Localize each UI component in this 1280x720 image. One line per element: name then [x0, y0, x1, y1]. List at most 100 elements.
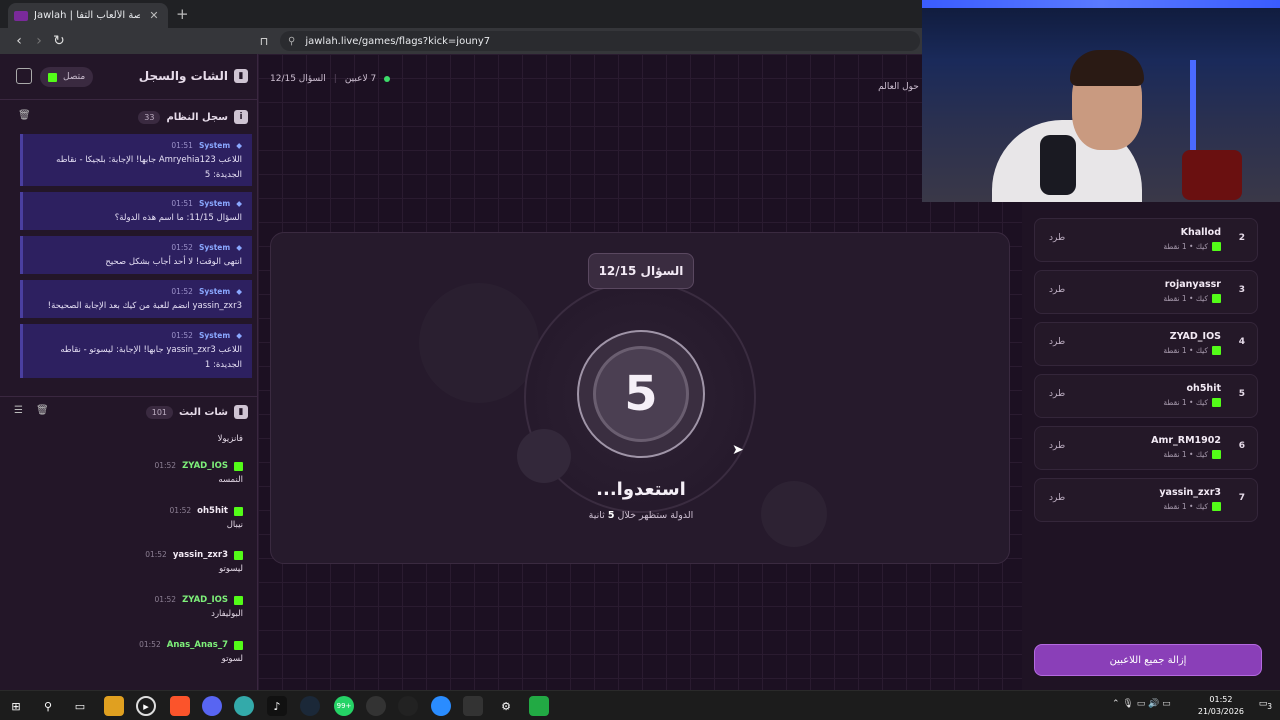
shield-icon: ◆ — [236, 199, 242, 208]
search-icon[interactable]: ⚲ — [38, 696, 58, 716]
site-info-icon[interactable]: ⚲ — [288, 36, 295, 47]
ready-sub-seconds: 5 — [607, 510, 615, 521]
shield-icon: ◆ — [236, 287, 242, 296]
close-tab-icon[interactable]: ✕ — [146, 8, 162, 24]
reload-icon[interactable]: ↻ — [50, 32, 68, 50]
system-message: ◆ System 01:51 اللاعب Amryehia123 جابها! ا… — [20, 134, 252, 186]
kick-player-button[interactable]: طرد — [1049, 441, 1065, 451]
message-sender: System — [198, 141, 231, 150]
chat-username[interactable]: Anas_Anas_7 — [167, 638, 228, 652]
message-sender: System — [198, 331, 231, 340]
discord-icon[interactable] — [202, 696, 222, 716]
kick-player-button[interactable]: طرد — [1049, 389, 1065, 399]
ready-sub-suffix: ثانية — [588, 510, 605, 521]
panel-toggle-icon[interactable] — [16, 68, 32, 84]
players-panel: 2 Khallod كيك • 1 نقطة طرد 3 rojanyassr … — [1022, 202, 1280, 690]
message-time: 01:52 — [171, 331, 193, 340]
steam-icon[interactable] — [300, 696, 320, 716]
player-stat-text: كيك • 1 نقطة — [1163, 398, 1208, 407]
sidebar-header: متصل ▮ الشات والسجل — [0, 54, 258, 100]
chrome-icon[interactable] — [234, 696, 254, 716]
player-rank: 2 — [1238, 233, 1245, 243]
new-tab-icon[interactable]: + — [176, 5, 189, 23]
media-player-icon[interactable]: ▸ — [136, 696, 156, 716]
chat-message: ZYAD_IOS 01:52 البوليفارد — [154, 593, 243, 621]
chat-username[interactable]: oh5hit — [197, 504, 228, 518]
task-view-icon[interactable]: ▭ — [70, 696, 90, 716]
delete-chat-icon[interactable]: 🗑 — [36, 405, 49, 416]
info-icon: i — [234, 110, 248, 124]
obs-icon[interactable] — [366, 696, 386, 716]
message-text: اللاعب yassin_zxr3 جابها! الإجابة: ليسوت… — [60, 345, 242, 370]
system-clock[interactable]: 01:52 21/03/2026 — [1198, 694, 1244, 718]
bookmark-icon[interactable]: ⊓ — [255, 32, 273, 50]
player-rank: 5 — [1238, 389, 1245, 399]
sidebar-title-group: ▮ الشات والسجل — [139, 69, 248, 83]
player-stat: كيك • 1 نقطة — [1163, 398, 1221, 407]
player-stat-text: كيك • 1 نقطة — [1163, 346, 1208, 355]
brave-icon[interactable] — [170, 696, 190, 716]
chat-text: نيبال — [226, 520, 243, 530]
forward-icon[interactable]: › — [30, 32, 48, 50]
filter-icon[interactable]: ☰ — [14, 405, 23, 416]
kick-icon — [1212, 502, 1221, 511]
notification-icon[interactable]: ▭3 — [1259, 699, 1272, 711]
player-stat-text: كيك • 1 نقطة — [1163, 502, 1208, 511]
chat-message: Anas_Anas_7 01:52 لسوتو — [139, 638, 243, 666]
player-stat: كيك • 1 نقطة — [1163, 294, 1221, 303]
player-stat: كيك • 1 نقطة — [1163, 346, 1221, 355]
kick-player-button[interactable]: طرد — [1049, 233, 1065, 243]
chat-text: البوليفارد — [211, 609, 243, 619]
message-text: اللاعب Amryehia123 جابها! الإجابة: بلجيك… — [56, 155, 242, 180]
chair-back — [1182, 150, 1242, 200]
kick-player-button[interactable]: طرد — [1049, 493, 1065, 503]
player-rank: 7 — [1238, 493, 1245, 503]
tool-icon[interactable] — [463, 696, 483, 716]
notification-count: 3 — [1267, 701, 1272, 711]
nvidia-icon[interactable] — [529, 696, 549, 716]
kick-icon — [234, 550, 243, 560]
kick-icon — [48, 72, 57, 82]
system-message: ◆ System 01:52 yassin_zxr3 انضم للعبة من ك… — [20, 280, 252, 318]
player-row: 6 Amr_RM1902 كيك • 1 نقطة طرد — [1034, 426, 1258, 470]
chat-username[interactable]: ZYAD_IOS — [182, 593, 228, 607]
system-log-count: 33 — [138, 110, 161, 124]
kick-player-button[interactable]: طرد — [1049, 337, 1065, 347]
edge-icon[interactable] — [431, 696, 451, 716]
player-stat-text: كيك • 1 نقطة — [1163, 450, 1208, 459]
browser-tab-bar: Jawlah | جولة - منصة الألعاب التفا ✕ + — [0, 0, 922, 28]
player-name: Amr_RM1902 — [1151, 435, 1221, 446]
app-icon[interactable] — [398, 696, 418, 716]
message-sender: System — [198, 199, 231, 208]
chat-text: لسوتو — [221, 654, 243, 664]
url-text: jawlah.live/games/flags?kick=jouny7 — [305, 35, 491, 47]
windows-taskbar: ⊞ ⚲ ▭ ▸ ♪ 99+ ⚙ ⌃ 🎙 ▭ 🔊 ▭ 01:52 21/03/20… — [0, 690, 1280, 720]
chat-username[interactable]: ZYAD_IOS — [182, 459, 228, 473]
player-row: 7 yassin_zxr3 كيك • 1 نقطة طرد — [1034, 478, 1258, 522]
ready-sub-prefix: الدولة ستظهر خلال — [617, 510, 694, 521]
chat-text: ليسوتو — [219, 564, 243, 574]
address-bar[interactable]: ⚲ jawlah.live/games/flags?kick=jouny7 — [280, 31, 920, 51]
stream-chat-title-group: ▮ شات البث 101 — [145, 405, 248, 419]
file-explorer-icon[interactable] — [104, 696, 124, 716]
chat-message: ZYAD_IOS 01:52 النمسه — [154, 459, 243, 487]
browser-toolbar: ‹ › ↻ ⊓ ⚲ jawlah.live/games/flags?kick=j… — [0, 28, 922, 54]
remove-all-players-button[interactable]: إزالة جميع اللاعبين — [1034, 644, 1262, 676]
chat-username[interactable]: yassin_zxr3 — [173, 548, 228, 562]
start-icon[interactable]: ⊞ — [6, 696, 26, 716]
led-strip — [922, 0, 1280, 8]
back-icon[interactable]: ‹ — [10, 32, 28, 50]
kick-icon — [1212, 242, 1221, 251]
tiktok-icon[interactable]: ♪ — [267, 696, 287, 716]
browser-tab[interactable]: Jawlah | جولة - منصة الألعاب التفا ✕ — [8, 3, 168, 28]
shield-icon: ◆ — [236, 141, 242, 150]
tray-icons[interactable]: ⌃ 🎙 ▭ 🔊 ▭ — [1112, 699, 1171, 709]
delete-log-icon[interactable]: 🗑 — [18, 110, 31, 121]
player-name: rojanyassr — [1164, 279, 1221, 290]
kick-icon — [234, 506, 243, 516]
kick-player-button[interactable]: طرد — [1049, 285, 1065, 295]
settings-icon[interactable]: ⚙ — [496, 696, 516, 716]
whatsapp-icon[interactable]: 99+ — [334, 696, 354, 716]
system-log-header: 🗑 i سجل النظام 33 — [0, 104, 258, 130]
site-favicon-icon — [14, 10, 28, 21]
